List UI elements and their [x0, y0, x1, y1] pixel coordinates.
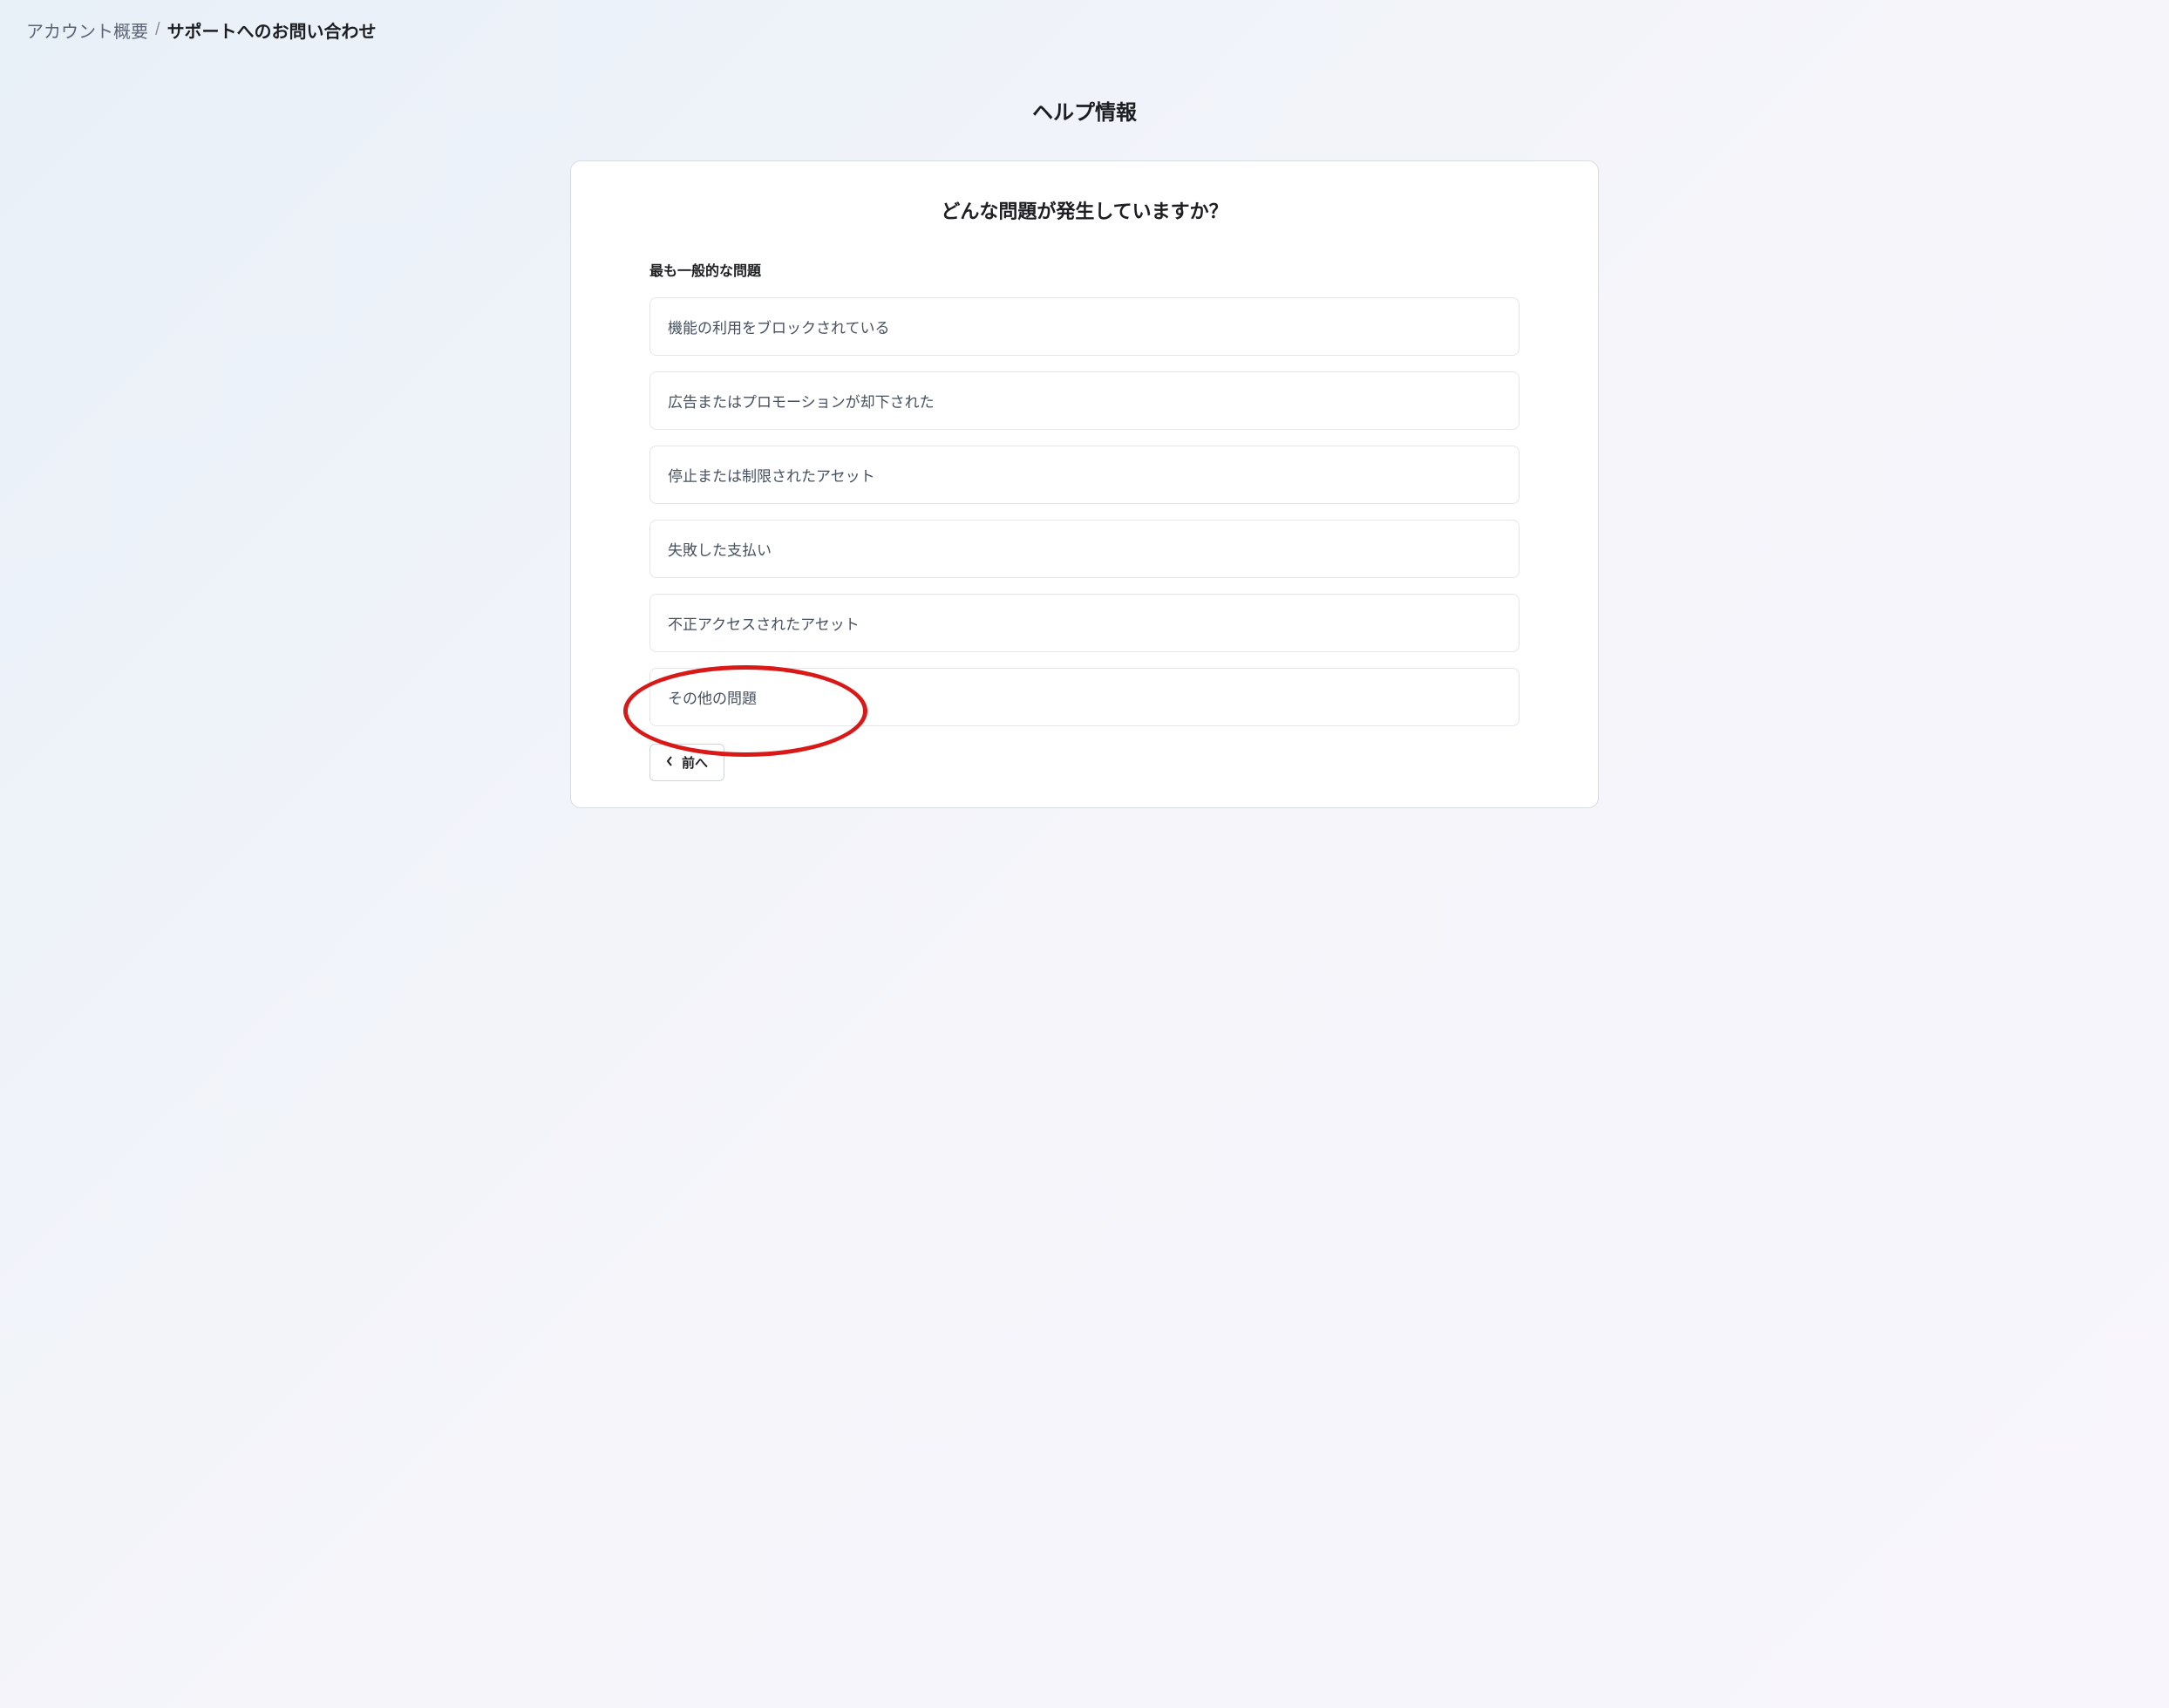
option-other-issues[interactable]: その他の問題: [649, 668, 1520, 726]
breadcrumb-current: サポートへのお問い合わせ: [167, 17, 377, 43]
option-unauthorized-access[interactable]: 不正アクセスされたアセット: [649, 594, 1520, 652]
breadcrumb-separator: /: [155, 20, 160, 40]
card-title: どんな問題が発生していますか？: [649, 196, 1520, 224]
breadcrumb: アカウント概要 / サポートへのお問い合わせ: [26, 17, 2143, 43]
help-card: どんな問題が発生していますか？ 最も一般的な問題 機能の利用をブロックされている…: [570, 160, 1599, 808]
option-suspended-asset[interactable]: 停止または制限されたアセット: [649, 446, 1520, 504]
nav-row: 前へ: [649, 744, 1520, 781]
prev-button[interactable]: 前へ: [649, 744, 724, 781]
breadcrumb-link-account-overview[interactable]: アカウント概要: [26, 17, 148, 43]
chevron-left-icon: [666, 755, 673, 771]
option-list: 機能の利用をブロックされている 広告またはプロモーションが却下された 停止または…: [649, 297, 1520, 726]
option-blocked-feature[interactable]: 機能の利用をブロックされている: [649, 297, 1520, 356]
option-ad-rejected[interactable]: 広告またはプロモーションが却下された: [649, 371, 1520, 430]
section-label-common-issues: 最も一般的な問題: [649, 259, 1520, 280]
page-title: ヘルプ情報: [26, 95, 2143, 126]
option-failed-payment[interactable]: 失敗した支払い: [649, 520, 1520, 578]
prev-button-label: 前へ: [682, 753, 708, 772]
